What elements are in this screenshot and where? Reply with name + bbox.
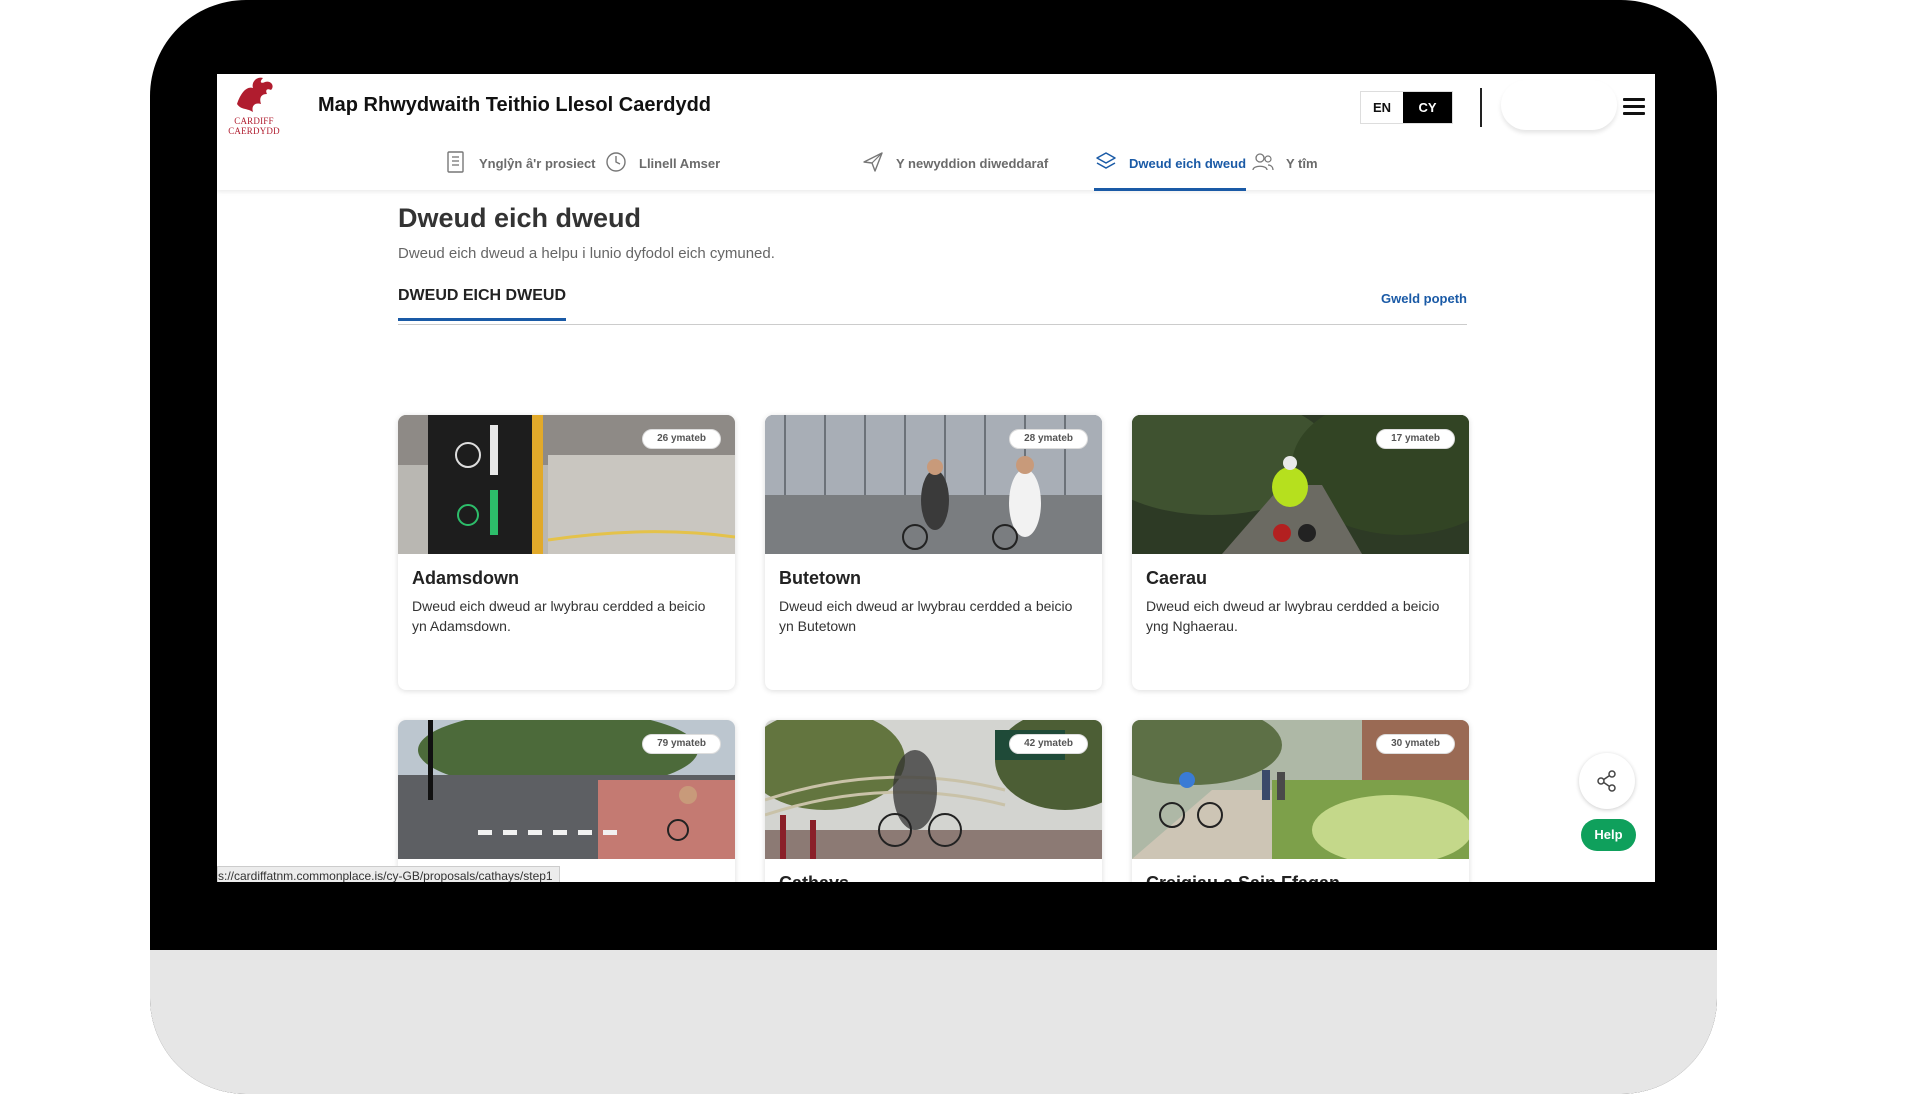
nav-label: Ynglŷn â'r prosiect: [479, 156, 596, 171]
logo-text: CARDIFF CAERDYDD: [228, 116, 280, 136]
lang-en-button[interactable]: EN: [1361, 92, 1403, 123]
hamburger-menu-icon[interactable]: [1623, 98, 1645, 116]
card-title: Adamsdown: [412, 568, 520, 588]
proposal-card-caerau[interactable]: 17 ymateb Caerau Dweud eich dweud ar lwy…: [1132, 415, 1469, 690]
nav-label: Y newyddion diweddaraf: [896, 156, 1049, 171]
language-switcher: EN CY: [1360, 91, 1453, 124]
response-count-badge: 17 ymateb: [1376, 429, 1455, 449]
share-button[interactable]: [1579, 753, 1635, 809]
card-photo: 17 ymateb: [1132, 415, 1469, 554]
proposal-card-4[interactable]: 79 ymateb: [398, 720, 735, 882]
see-all-link[interactable]: Gweld popeth: [1381, 291, 1467, 306]
header-divider: [1480, 88, 1482, 127]
card-photo: 79 ymateb: [398, 720, 735, 859]
nav-label: Dweud eich dweud: [1129, 156, 1247, 171]
card-title: Creigiau a Sain Ffagan: [1146, 873, 1340, 882]
nav-label: Llinell Amser: [639, 156, 721, 171]
proposal-card-adamsdown[interactable]: 26 ymateb Adamsdown Dweud eich dweud ar …: [398, 415, 735, 690]
user-menu[interactable]: [1501, 80, 1617, 130]
nav-item-have-your-say[interactable]: Dweud eich dweud: [1094, 152, 1247, 191]
card-photo: 28 ymateb: [765, 415, 1102, 554]
team-icon: [1252, 153, 1274, 171]
card-photo: 30 ymateb: [1132, 720, 1469, 865]
paper-plane-icon: [863, 152, 883, 172]
nav-item-news[interactable]: Y newyddion diweddaraf: [861, 152, 1048, 190]
document-icon: [447, 151, 464, 173]
status-bar-url: s://cardiffatnm.commonplace.is/cy-GB/pro…: [217, 866, 560, 882]
nav-label: Y tîm: [1286, 156, 1318, 171]
site-title[interactable]: Map Rhwydwaith Teithio Llesol Caerdydd: [318, 94, 711, 117]
layers-icon: [1096, 152, 1116, 169]
card-photo: 42 ymateb: [765, 720, 1102, 859]
card-description: Dweud eich dweud ar lwybrau cerdded a be…: [1146, 598, 1440, 634]
response-count-badge: 42 ymateb: [1009, 734, 1088, 754]
page-subtitle: Dweud eich dweud a helpu i lunio dyfodol…: [398, 245, 775, 262]
card-title: Cathays: [779, 873, 849, 882]
section-tab-bar: DWEUD EICH DWEUD Gweld popeth: [398, 287, 1467, 325]
lang-cy-button[interactable]: CY: [1403, 92, 1452, 123]
help-button[interactable]: Help: [1581, 819, 1636, 851]
response-count-badge: 30 ymateb: [1376, 734, 1455, 754]
cardiff-logo[interactable]: CARDIFF CAERDYDD: [221, 74, 287, 140]
main-nav: Ynglŷn â'r prosiect Llinell Amser Y newy…: [217, 151, 1655, 191]
nav-item-about[interactable]: Ynglŷn â'r prosiect: [444, 151, 596, 190]
site-header: CARDIFF CAERDYDD Map Rhwydwaith Teithio L…: [217, 74, 1655, 191]
card-description: Dweud eich dweud ar lwybrau cerdded a be…: [779, 598, 1073, 634]
dragon-icon: [237, 77, 273, 112]
share-icon: [1597, 770, 1616, 792]
tab-have-your-say[interactable]: DWEUD EICH DWEUD: [398, 287, 566, 321]
proposal-card-creigiau[interactable]: 30 ymateb Creigiau a Sain Ffagan: [1132, 720, 1469, 882]
proposal-card-butetown[interactable]: 28 ymateb Butetown Dweud eich dweud ar l…: [765, 415, 1102, 690]
card-photo: 26 ymateb: [398, 415, 735, 554]
monitor-chin: [150, 950, 1717, 1094]
browser-screen: CARDIFF CAERDYDD Map Rhwydwaith Teithio L…: [217, 74, 1655, 882]
card-description: Dweud eich dweud ar lwybrau cerdded a be…: [412, 598, 706, 634]
response-count-badge: 79 ymateb: [642, 734, 721, 754]
monitor-frame: CARDIFF CAERDYDD Map Rhwydwaith Teithio L…: [150, 0, 1717, 1094]
response-count-badge: 26 ymateb: [642, 429, 721, 449]
card-title: Butetown: [779, 568, 861, 588]
nav-item-timeline[interactable]: Llinell Amser: [604, 152, 720, 190]
clock-icon: [606, 152, 626, 172]
card-title: Caerau: [1146, 568, 1208, 588]
proposal-card-cathays[interactable]: 42 ymateb Cathays: [765, 720, 1102, 882]
nav-item-team[interactable]: Y tîm: [1251, 152, 1318, 190]
page-title: Dweud eich dweud: [398, 203, 642, 233]
response-count-badge: 28 ymateb: [1009, 429, 1088, 449]
